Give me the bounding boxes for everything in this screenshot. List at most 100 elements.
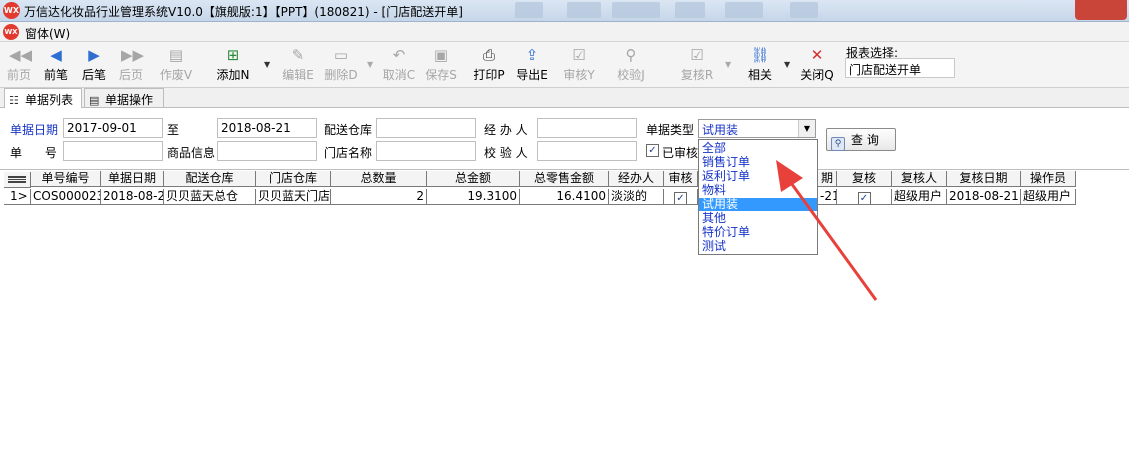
approve-button[interactable]: ☑ 审核Y [561, 44, 597, 84]
recheck-button[interactable]: ☑ 复核R [679, 44, 715, 84]
delete-icon: ▭ [333, 46, 349, 64]
col-header-total-retail[interactable]: 总零售金额 [520, 171, 609, 187]
cancel-label: 取消C [382, 68, 416, 82]
title-bar-blurred-item [725, 2, 763, 18]
related-dropdown-arrow[interactable]: ▼ [784, 60, 792, 69]
add-dropdown-arrow[interactable]: ▼ [264, 60, 272, 69]
cell-approve-date[interactable]: -21 [818, 189, 837, 205]
menu-window[interactable]: 窗体(W) [25, 25, 70, 42]
doc-type-label: 单据类型 [646, 123, 695, 137]
tab-doc-list[interactable]: ☷ 单据列表 [4, 88, 82, 109]
next-button[interactable]: ▶ 后笔 [78, 44, 110, 84]
date-from-input[interactable]: 2017-09-01 [63, 118, 163, 138]
list-icon: ☷ [9, 94, 19, 107]
cell-store-warehouse[interactable]: 贝贝蓝天门店 [256, 189, 331, 205]
last-page-button[interactable]: ▶▶ 后页 [116, 44, 146, 84]
add-button[interactable]: ⊞ 添加N [214, 44, 252, 84]
tab-doc-list-label: 单据列表 [25, 93, 74, 107]
save-button[interactable]: ▣ 保存S [423, 44, 459, 84]
cell-approved-checkbox[interactable]: ✓ [674, 192, 687, 204]
store-input[interactable] [376, 141, 476, 161]
first-page-button[interactable]: ◀◀ 前页 [4, 44, 34, 84]
col-header-warehouse[interactable]: 配送仓库 [164, 171, 256, 187]
title-bar-blurred-item [515, 2, 543, 18]
dropdown-option-sales-order[interactable]: 销售订单 [699, 156, 817, 169]
query-button[interactable]: ⚲ 查 询 [826, 128, 896, 151]
related-button[interactable]: ⛓ 相关 [744, 44, 776, 84]
doc-type-select[interactable]: 试用装 ▼ [698, 119, 816, 138]
export-icon: ⇪ [525, 46, 539, 64]
col-header-doc-no[interactable]: 单号编号 [31, 171, 101, 187]
warehouse-input[interactable] [376, 118, 476, 138]
edit-button[interactable]: ✎ 编辑E [280, 44, 316, 84]
col-header-total-qty[interactable]: 总数量 [331, 171, 427, 187]
dropdown-option-test[interactable]: 测试 [699, 240, 817, 253]
doc-type-value: 试用装 [702, 123, 739, 137]
col-header-store-warehouse[interactable]: 门店仓库 [256, 171, 331, 187]
checker-input[interactable] [537, 141, 637, 161]
goods-label: 商品信息 [167, 146, 216, 160]
title-bar-blurred-item [567, 2, 601, 18]
col-header-operator[interactable]: 操作员 [1021, 171, 1076, 187]
recheck-dropdown-arrow[interactable]: ▼ [725, 60, 733, 69]
delete-label: 删除D [324, 68, 358, 82]
cell-total-retail[interactable]: 16.4100 [520, 189, 609, 205]
void-button[interactable]: ▤ 作废V [158, 44, 194, 84]
report-select-input[interactable]: 门店配送开单 [845, 58, 955, 78]
cell-total-amount[interactable]: 19.3100 [427, 189, 520, 205]
doc-grid: 单号编号 单据日期 配送仓库 门店仓库 总数量 总金额 总零售金额 经办人 审核… [0, 171, 1129, 450]
approve-label: 审核Y [563, 68, 595, 82]
grid-menu-grip[interactable] [4, 172, 31, 188]
link-icon: ⛓ [750, 46, 770, 64]
query-label: 查 询 [851, 133, 879, 147]
dropdown-option-rebate-order[interactable]: 返利订单 [699, 170, 817, 183]
col-header-rechecked[interactable]: 复核 [837, 171, 892, 187]
cell-rechecker[interactable]: 超级用户 [892, 189, 947, 205]
prev-button[interactable]: ◀ 前笔 [40, 44, 72, 84]
col-header-rechecker[interactable]: 复核人 [892, 171, 947, 187]
row-indicator[interactable]: 1> [4, 189, 31, 205]
title-bar-blurred-item [790, 2, 818, 18]
prev-label: 前笔 [43, 68, 68, 82]
cell-handler[interactable]: 淡淡的 [609, 189, 664, 205]
cell-warehouse[interactable]: 贝贝蓝天总仓 [164, 189, 256, 205]
checker-label: 校 验 人 [484, 146, 528, 160]
chevron-down-icon[interactable]: ▼ [798, 120, 815, 137]
cell-total-qty[interactable]: 2 [331, 189, 427, 205]
goods-input[interactable] [217, 141, 317, 161]
cell-rechecked-checkbox[interactable]: ✓ [857, 192, 871, 204]
dropdown-option-special-order[interactable]: 特价订单 [699, 226, 817, 239]
delete-button[interactable]: ▭ 删除D [323, 44, 359, 84]
dropdown-option-material[interactable]: 物料 [699, 184, 817, 197]
tab-doc-ops[interactable]: ▤ 单据操作 [84, 88, 164, 108]
close-button[interactable]: ✕ 关闭Q [798, 44, 836, 84]
col-header-approve-date[interactable]: 期 [818, 171, 837, 187]
cancel-button[interactable]: ↶ 取消C [381, 44, 417, 84]
cell-operator[interactable]: 超级用户 [1021, 189, 1076, 205]
col-header-doc-date[interactable]: 单据日期 [101, 171, 164, 187]
cell-doc-date[interactable]: 2018-08-21 [101, 189, 164, 205]
cell-approved[interactable]: ✓ [664, 189, 698, 205]
verify-button[interactable]: ⚲ 校验J [613, 44, 649, 84]
window-close-button[interactable] [1075, 0, 1127, 20]
delete-dropdown-arrow[interactable]: ▼ [367, 60, 375, 69]
dropdown-option-trial[interactable]: 试用装 [699, 198, 817, 211]
tab-doc-ops-label: 单据操作 [105, 93, 154, 107]
cell-doc-no[interactable]: COS0000235 [31, 189, 101, 205]
dropdown-option-all[interactable]: 全部 [699, 142, 817, 155]
print-button[interactable]: ⎙ 打印P [471, 44, 507, 84]
save-icon: ▣ [433, 46, 449, 64]
first-page-label: 前页 [6, 68, 31, 82]
doc-no-input[interactable] [63, 141, 163, 161]
cell-rechecked[interactable]: ✓ [837, 189, 892, 205]
col-header-approved[interactable]: 审核 [664, 171, 698, 187]
col-header-total-amount[interactable]: 总金额 [427, 171, 520, 187]
cell-recheck-date[interactable]: 2018-08-21 1 [947, 189, 1021, 205]
approved-checkbox[interactable]: ✓ [646, 144, 659, 157]
export-button[interactable]: ⇪ 导出E [514, 44, 550, 84]
col-header-recheck-date[interactable]: 复核日期 [947, 171, 1021, 187]
date-to-input[interactable]: 2018-08-21 [217, 118, 317, 138]
dropdown-option-other[interactable]: 其他 [699, 212, 817, 225]
handler-input[interactable] [537, 118, 637, 138]
col-header-handler[interactable]: 经办人 [609, 171, 664, 187]
